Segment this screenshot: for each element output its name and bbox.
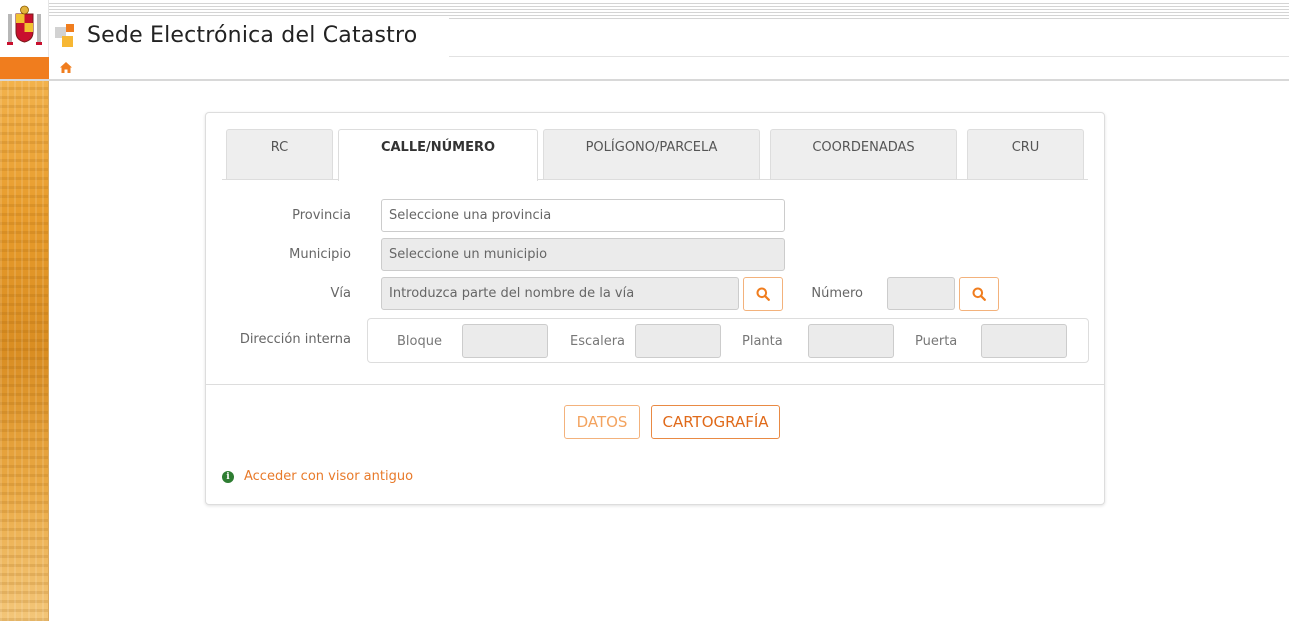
tab-poligono-parcela[interactable]: POLÍGONO/PARCELA xyxy=(543,129,760,179)
home-icon[interactable] xyxy=(59,61,73,75)
breadcrumb-bar xyxy=(0,57,1289,81)
search-icon xyxy=(972,287,986,301)
search-tabs: RC CALLE/NÚMERO POLÍGONO/PARCELA COORDEN… xyxy=(222,129,1088,181)
via-input[interactable]: Introduzca parte del nombre de la vía xyxy=(381,277,739,310)
puerta-input[interactable] xyxy=(981,324,1067,358)
municipio-select[interactable]: Seleccione un municipio xyxy=(381,238,785,271)
via-label: Vía xyxy=(330,286,351,301)
tab-calle-numero[interactable]: CALLE/NÚMERO xyxy=(338,129,538,181)
city-photo-strip xyxy=(0,81,49,621)
header-stripes xyxy=(49,3,1289,19)
escalera-label: Escalera xyxy=(570,334,626,349)
cartografia-button[interactable]: CARTOGRAFÍA xyxy=(651,405,780,439)
escalera-input[interactable] xyxy=(635,324,721,358)
nav-accent xyxy=(0,57,49,79)
site-title: Sede Electrónica del Catastro xyxy=(87,23,418,48)
datos-button[interactable]: DATOS xyxy=(564,405,640,439)
tab-cru[interactable]: CRU xyxy=(967,129,1084,179)
bloque-label: Bloque xyxy=(397,334,442,349)
puerta-label: Puerta xyxy=(915,334,958,349)
municipio-label: Municipio xyxy=(289,247,351,262)
numero-search-button[interactable] xyxy=(959,277,999,311)
planta-input[interactable] xyxy=(808,324,894,358)
provincia-select[interactable]: Seleccione una provincia xyxy=(381,199,785,232)
via-search-button[interactable] xyxy=(743,277,783,311)
numero-input[interactable] xyxy=(887,277,955,310)
old-viewer-label: Acceder con visor antiguo xyxy=(244,469,414,484)
planta-label: Planta xyxy=(742,334,783,349)
numero-label: Número xyxy=(811,286,863,301)
site-header: Sede Electrónica del Catastro xyxy=(0,0,1289,57)
direccion-interna-label: Dirección interna xyxy=(239,332,351,347)
search-panel: RC CALLE/NÚMERO POLÍGONO/PARCELA COORDEN… xyxy=(205,112,1105,505)
bloque-input[interactable] xyxy=(462,324,548,358)
info-icon: i xyxy=(222,470,234,483)
old-viewer-link[interactable]: i Acceder con visor antiguo xyxy=(222,469,413,484)
tab-rc[interactable]: RC xyxy=(226,129,333,179)
search-icon xyxy=(756,287,770,301)
divider xyxy=(206,384,1104,385)
catastro-logo-icon xyxy=(55,23,79,48)
brand[interactable]: Sede Electrónica del Catastro xyxy=(55,23,417,48)
coat-of-arms-logo xyxy=(0,0,49,57)
provincia-label: Provincia xyxy=(292,208,351,223)
direccion-interna-group: Bloque Escalera Planta Puerta xyxy=(367,318,1089,363)
tab-coordenadas[interactable]: COORDENADAS xyxy=(770,129,957,179)
